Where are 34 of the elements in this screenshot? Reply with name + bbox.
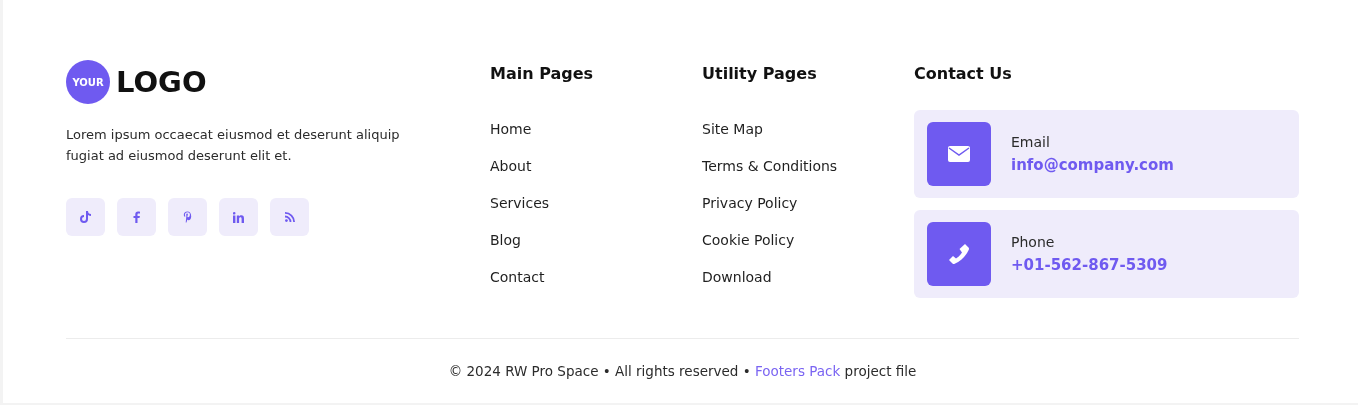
column-heading: Utility Pages	[702, 64, 818, 84]
social-button[interactable]	[270, 198, 309, 236]
social-button[interactable]	[66, 198, 105, 236]
footer-link[interactable]: Services	[490, 193, 550, 213]
footer-link[interactable]: Download	[702, 267, 772, 287]
footer-link[interactable]: Cookie Policy	[702, 230, 795, 250]
social-button[interactable]	[168, 198, 207, 236]
contact-value[interactable]: info@company.com	[1011, 156, 1174, 174]
footer-link[interactable]: Site Map	[702, 119, 763, 139]
linkedin-icon	[233, 211, 244, 223]
rss-icon	[284, 212, 295, 222]
description: Lorem ipsum occaecat eiusmod et deserunt aliquip fugiat ad eiusmod deserunt elit et.	[66, 126, 401, 165]
footer-link[interactable]: Contact	[490, 267, 545, 287]
phone-icon	[948, 243, 970, 265]
social-button[interactable]	[117, 198, 156, 236]
footer-link[interactable]: About	[490, 156, 532, 176]
footers-pack-link[interactable]: Footers Pack	[754, 363, 841, 379]
contact-label: Email	[1011, 134, 1050, 150]
envelope-icon	[948, 146, 970, 162]
facebook-icon	[133, 211, 140, 223]
column-heading: Contact Us	[914, 64, 1013, 84]
logo-badge: YOUR	[66, 60, 110, 104]
footer-link[interactable]: Home	[490, 119, 532, 139]
footer-link[interactable]: Blog	[490, 230, 521, 250]
logo-text: LOGO	[116, 65, 207, 99]
footer-link[interactable]: Privacy Policy	[702, 193, 798, 213]
contact-label: Phone	[1011, 234, 1055, 250]
social-button[interactable]	[219, 198, 258, 236]
column-heading: Main Pages	[490, 64, 595, 84]
copyright-text: © 2024 RW Pro Space • All rights reserved • Footers Pack project file	[448, 363, 917, 379]
contact-value[interactable]: +01-562-867-5309	[1011, 256, 1168, 274]
pinterest-icon	[183, 211, 192, 223]
tiktok-icon	[80, 211, 91, 223]
footer-link[interactable]: Terms & Conditions	[702, 156, 838, 176]
